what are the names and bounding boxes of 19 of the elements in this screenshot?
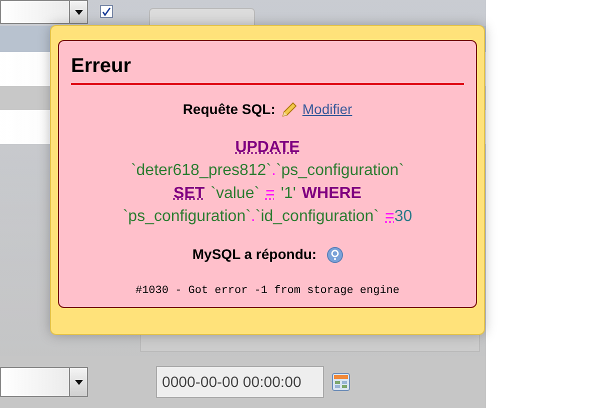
- pencil-icon: [281, 102, 300, 118]
- response-label: MySQL a répondu:: [192, 245, 317, 264]
- help-icon[interactable]: [326, 246, 343, 262]
- dialog-title: Erreur: [71, 51, 464, 85]
- checkbox[interactable]: [100, 5, 113, 18]
- query-label: Requête SQL:: [182, 100, 276, 119]
- calendar-icon[interactable]: [332, 373, 350, 391]
- caret-icon: [74, 380, 82, 384]
- caret-icon: [74, 10, 82, 14]
- select-field[interactable]: [0, 0, 88, 24]
- select-field[interactable]: [0, 367, 88, 397]
- edit-link[interactable]: Modifier: [281, 99, 352, 120]
- error-message: #1030 - Got error -1 from storage engine: [135, 284, 400, 299]
- dropdown-button[interactable]: [69, 1, 87, 23]
- textarea-field[interactable]: [140, 334, 480, 352]
- dropdown-button[interactable]: [69, 368, 87, 396]
- datetime-field[interactable]: 0000-00-00 00:00:00: [156, 366, 324, 398]
- sql-query: UPDATE `deter618_pres812`.`ps_configuration` SET `value` = '1' WHERE `ps_configuration`.`id_configuration` =30: [122, 138, 412, 227]
- checkmark-icon: [102, 7, 111, 16]
